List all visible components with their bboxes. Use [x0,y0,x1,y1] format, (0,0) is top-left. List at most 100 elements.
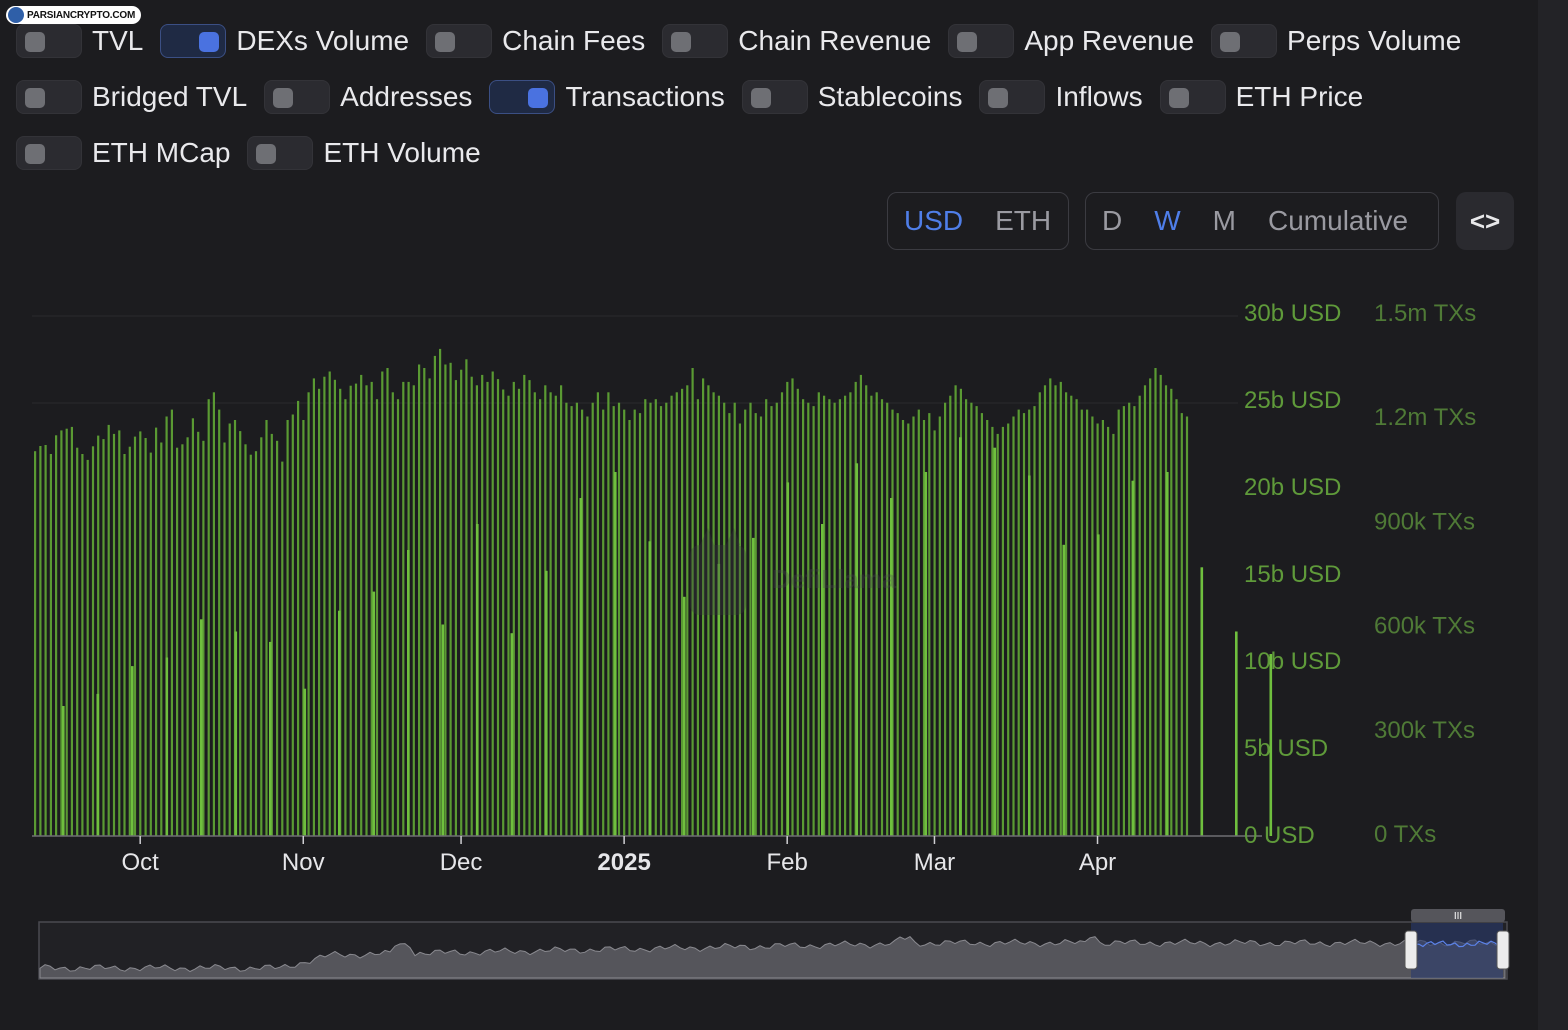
tx-bar [328,371,331,836]
tx-bar [780,392,784,836]
tx-bar [949,395,952,836]
y-right-tick-label: 600k TXs [1374,613,1475,640]
dex-volume-bar [165,657,169,836]
tx-bar [149,452,152,836]
tx-bar [644,399,647,836]
brush-selection[interactable] [1411,923,1503,978]
tx-bar [112,433,116,836]
tx-bar [402,381,405,836]
tx-bar [901,420,905,836]
tx-bar [444,364,447,836]
y-axis-right: 1.5m TXs 1.2m TXs 900k TXs 600k TXs 300k TXs… [1374,300,1476,848]
y-left-tick-label: 30b USD [1244,300,1341,327]
tx-bar [1143,385,1147,836]
chart-watermark-text: DefiLlama [772,564,897,594]
tx-bar [212,392,215,836]
tx-bar [828,399,831,836]
tx-bar [449,362,452,836]
tx-bar [381,371,384,836]
tx-bar [49,454,52,836]
tx-bar [202,440,205,836]
tx-bar [870,395,873,836]
tx-bar [155,427,158,836]
tx-bar [865,385,868,836]
tx-bar [933,430,936,836]
tx-bar [875,392,878,836]
tx-bar [565,402,568,836]
tx-bar [1154,368,1157,836]
tx-bar [76,447,79,836]
tx-bar [228,423,231,836]
dex-volume-bar [959,437,962,836]
tx-bar [1128,402,1131,836]
tx-bar [607,392,610,836]
dex-volume-bar [924,472,928,836]
dex-volume-bar [1097,534,1100,836]
y-right-tick-label: 300k TXs [1374,717,1475,744]
tx-bar [1065,392,1068,836]
tx-bar [412,385,415,836]
tx-bar [659,406,663,836]
tx-bar [249,454,252,836]
tx-bar [218,409,221,836]
tx-bar [496,379,500,836]
tx-bar [323,376,326,836]
tx-bar [265,420,268,836]
tx-bar [1091,416,1094,836]
tx-bar [523,374,526,836]
tx-bar [928,413,931,836]
tx-bar [770,406,773,836]
y-left-tick-label: 15b USD [1244,561,1341,588]
tx-bar [370,381,373,836]
tx-bar [286,420,289,836]
x-tick-label: Feb [767,849,808,876]
tx-bar [517,388,521,836]
y-left-tick-label: 0 USD [1244,822,1315,849]
tx-bar [596,392,599,836]
tx-bar [386,368,389,836]
tx-bar [617,402,621,836]
dex-volume-bar [510,633,514,836]
y-left-tick-label: 20b USD [1244,474,1341,501]
tx-bar [1086,409,1089,836]
tx-bar [696,399,699,836]
tx-bar [354,383,358,836]
tx-bar [533,392,536,836]
x-tick-label: Mar [914,849,955,876]
tx-bar [170,409,173,836]
tx-bar [991,426,994,836]
tx-bar [738,423,741,836]
tx-bar [817,392,820,836]
tx-bar [465,359,468,836]
x-tick-label: Oct [122,849,160,876]
x-tick-label: Nov [282,849,325,876]
tx-bar [802,399,805,836]
tx-bar [980,413,983,836]
tx-bar [1017,409,1020,836]
dex-volume-bar [1235,631,1238,836]
tx-bar [638,413,642,836]
brush-handle-left[interactable] [1404,930,1418,970]
x-tick-label: Dec [440,849,483,876]
tx-bar [418,364,421,836]
tx-bar [39,446,42,836]
tx-bar [623,409,626,836]
range-brush[interactable]: III [38,909,1510,980]
dex-volume-bar [786,482,790,836]
brush-handle-right[interactable] [1496,930,1510,970]
tx-bar [591,402,594,836]
tx-bar [307,392,310,836]
tx-bar [391,392,394,836]
tx-bar [1001,426,1004,836]
dex-volume-bar [476,524,479,836]
tx-bar [744,409,747,836]
tx-bar [833,402,836,836]
tx-bar [944,402,947,836]
dex-volume-bar [579,498,583,836]
dex-volume-bar [683,596,686,836]
tx-bar [917,409,920,836]
tx-bar [65,428,68,836]
grip-icon: III [1454,911,1462,922]
tx-bar [570,406,573,836]
scrollbar-track[interactable] [1538,0,1568,1030]
